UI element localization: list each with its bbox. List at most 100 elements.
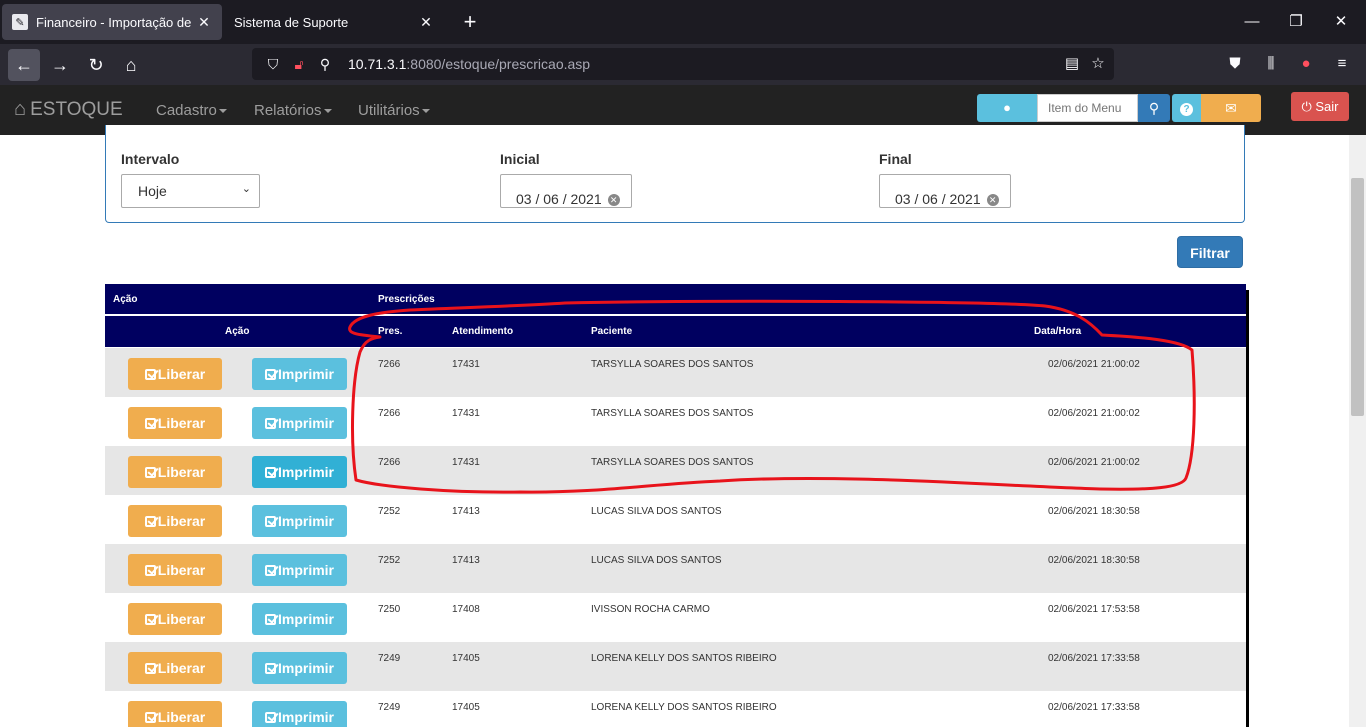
check-square-icon (264, 369, 276, 380)
cell-atendimento: 17408 (452, 604, 480, 615)
library-icon[interactable]: ⫼ (1259, 53, 1283, 75)
start-date-value: 03 / 06 / 2021 (516, 191, 602, 207)
close-tab-icon[interactable]: ✕ (196, 14, 212, 31)
cell-pres: 7249 (378, 653, 401, 664)
table-row: Liberar Imprimir 7249 17405 LORENA KELLY DOS… (105, 690, 1246, 727)
cell-atendimento: 17405 (452, 653, 480, 664)
help-button[interactable]: ? (1172, 94, 1201, 122)
user-icon: ● (1003, 100, 1011, 115)
address-bar[interactable]: ⛉ 🔓︎ ⚲ 10.71.3.1:8080/estoque/prescricao… (252, 48, 1114, 80)
filter-panel (105, 125, 1245, 223)
insecure-lock-icon[interactable]: 🔓︎ (288, 56, 310, 73)
cell-pres: 7252 (378, 506, 401, 517)
menu-cadastro[interactable]: Cadastro (156, 102, 227, 119)
clear-icon[interactable]: ✕ (607, 194, 620, 206)
liberar-button[interactable]: Liberar (128, 603, 222, 635)
liberar-button[interactable]: Liberar (128, 505, 222, 537)
end-date-label: Final (879, 151, 912, 167)
liberar-button[interactable]: Liberar (128, 554, 222, 586)
cell-atendimento: 17413 (452, 506, 480, 517)
liberar-button[interactable]: Liberar (128, 407, 222, 439)
permissions-icon[interactable]: ⚲ (314, 56, 336, 73)
chevron-down-icon: ⌄ (241, 183, 251, 195)
end-date-input[interactable]: 03 / 06 / 2021 ✕ (879, 174, 1011, 208)
caret-down-icon (421, 109, 430, 114)
liberar-button[interactable]: Liberar (128, 456, 222, 488)
cell-datahora: 02/06/2021 18:30:58 (1048, 506, 1140, 517)
imprimir-button[interactable]: Imprimir (252, 407, 347, 439)
check-square-icon (144, 663, 156, 674)
restore-window-icon[interactable]: ❐ (1281, 10, 1311, 34)
imprimir-button[interactable]: Imprimir (252, 701, 347, 727)
menu-search-input[interactable] (1037, 94, 1138, 122)
addon-lock-icon[interactable]: ● (1294, 53, 1318, 75)
menu-label: Cadastro (156, 102, 217, 119)
cell-datahora: 02/06/2021 21:00:02 (1048, 359, 1140, 370)
check-square-icon (144, 565, 156, 576)
minimize-window-icon[interactable]: — (1237, 10, 1267, 34)
table-row: Liberar Imprimir 7252 17413 LUCAS SILVA DOS … (105, 494, 1246, 543)
liberar-label: Liberar (157, 464, 206, 480)
cell-paciente: LORENA KELLY DOS SANTOS RIBEIRO (591, 702, 777, 713)
forward-arrow-icon[interactable]: → (44, 49, 76, 81)
col-header-pres[interactable]: Pres. (378, 326, 402, 337)
cell-paciente: TARSYLLA SOARES DOS SANTOS (591, 359, 754, 370)
hamburger-menu-icon[interactable]: ≡ (1330, 53, 1354, 75)
liberar-button[interactable]: Liberar (128, 358, 222, 390)
imprimir-button[interactable]: Imprimir (252, 358, 347, 390)
pocket-icon[interactable]: ⛊ (1223, 53, 1247, 75)
imprimir-label: Imprimir (277, 513, 334, 529)
clear-icon[interactable]: ✕ (986, 194, 999, 206)
liberar-label: Liberar (157, 660, 206, 676)
menu-relatorios[interactable]: Relatórios (254, 102, 332, 119)
col-header-datahora[interactable]: Data/Hora (1034, 326, 1081, 337)
power-icon: ⏻ (1301, 99, 1312, 114)
table-row: Liberar Imprimir 7266 17431 TARSYLLA SOARES … (105, 445, 1246, 494)
new-tab-button[interactable]: + (458, 10, 482, 34)
tab-title: Financeiro - Importação de Hor (36, 14, 196, 30)
search-button[interactable]: ⚲ (1138, 94, 1170, 122)
url-path: :8080/estoque/prescricao.asp (406, 56, 591, 72)
table-row: Liberar Imprimir 7266 17431 TARSYLLA SOARES … (105, 396, 1246, 445)
start-date-input[interactable]: 03 / 06 / 2021 ✕ (500, 174, 632, 208)
imprimir-button[interactable]: Imprimir (252, 652, 347, 684)
scrollbar-thumb[interactable] (1351, 178, 1364, 416)
col-header-paciente[interactable]: Paciente (591, 326, 632, 337)
reload-icon[interactable]: ↻ (80, 49, 112, 81)
close-tab-icon[interactable]: ✕ (418, 14, 434, 31)
col-header-atendimento[interactable]: Atendimento (452, 326, 513, 337)
mail-button[interactable]: ✉ (1201, 94, 1261, 122)
home-icon[interactable]: ⌂ (115, 49, 147, 81)
interval-value: Hoje (138, 183, 167, 199)
interval-select[interactable]: Hoje ⌄ (121, 174, 260, 208)
imprimir-button[interactable]: Imprimir (252, 554, 347, 586)
brand-link[interactable]: ⌂ ESTOQUE (14, 98, 123, 121)
tab-financeiro[interactable]: ✎ Financeiro - Importação de Hor ✕ (2, 4, 222, 40)
col-header-action: Ação (225, 326, 250, 337)
cell-atendimento: 17431 (452, 457, 480, 468)
interval-label: Intervalo (121, 151, 180, 167)
menu-utilitarios[interactable]: Utilitários (358, 102, 430, 119)
filter-button[interactable]: Filtrar (1177, 236, 1243, 268)
tab-sistema-suporte[interactable]: Sistema de Suporte ✕ (224, 4, 444, 40)
reader-view-icon[interactable]: ▤ (1062, 54, 1082, 74)
table-row: Liberar Imprimir 7266 17431 TARSYLLA SOARES … (105, 347, 1246, 396)
cell-pres: 7249 (378, 702, 401, 713)
exit-button[interactable]: ⏻ Sair (1291, 92, 1349, 121)
liberar-button[interactable]: Liberar (128, 652, 222, 684)
liberar-button[interactable]: Liberar (128, 701, 222, 727)
imprimir-button[interactable]: Imprimir (252, 505, 347, 537)
close-window-icon[interactable]: ✕ (1326, 10, 1356, 34)
bookmark-star-icon[interactable]: ☆ (1088, 54, 1108, 74)
imprimir-label: Imprimir (277, 611, 334, 627)
user-button[interactable]: ● (977, 94, 1037, 122)
cell-datahora: 02/06/2021 21:00:02 (1048, 408, 1140, 419)
imprimir-button[interactable]: Imprimir (252, 603, 347, 635)
liberar-label: Liberar (157, 562, 206, 578)
imprimir-label: Imprimir (277, 709, 334, 725)
imprimir-button[interactable]: Imprimir (252, 456, 347, 488)
cell-pres: 7266 (378, 408, 401, 419)
caret-down-icon (323, 109, 332, 114)
shield-icon[interactable]: ⛉ (262, 56, 284, 73)
back-arrow-icon[interactable]: ← (8, 49, 40, 81)
